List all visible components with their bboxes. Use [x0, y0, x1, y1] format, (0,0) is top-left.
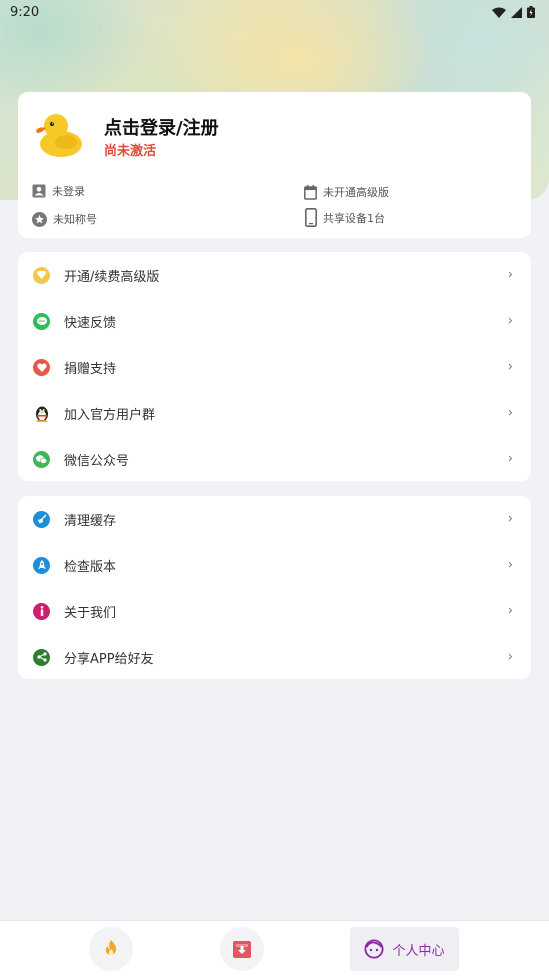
phone-icon [305, 208, 317, 227]
premium-status: 未开通高级版 [304, 184, 389, 200]
login-status: 未登录 [32, 183, 85, 199]
tab-profile[interactable]: 个人中心 [350, 927, 459, 971]
diamond-icon [33, 266, 50, 284]
star-badge-icon [32, 211, 47, 227]
menu-item-clear-cache[interactable]: 清理缓存 › [18, 496, 531, 542]
menu-item-share-app[interactable]: 分享APP给好友 › [18, 634, 531, 680]
menu-group-premium: 开通/续费高级版 › 快速反馈 › 捐赠支持 › 加入官方用户群 › 微信公众号… [18, 252, 531, 481]
status-icons [492, 6, 535, 18]
chevron-right-icon: › [507, 405, 513, 421]
menu-item-label: 关于我们 [64, 605, 117, 621]
menu-item-label: 开通/续费高级版 [64, 269, 160, 285]
menu-item-label: 清理缓存 [64, 513, 117, 529]
menu-item-label: 检查版本 [64, 559, 117, 575]
menu-item-wechat[interactable]: 微信公众号 › [18, 436, 531, 482]
status-time: 9:20 [10, 4, 40, 20]
menu-item-donate[interactable]: 捐赠支持 › [18, 344, 531, 390]
tab-download[interactable] [220, 927, 264, 971]
menu-item-label: 微信公众号 [64, 453, 130, 469]
login-register-link[interactable]: 点击登录/注册 [104, 114, 219, 140]
menu-item-feedback[interactable]: 快速反馈 › [18, 298, 531, 344]
battery-icon [527, 6, 535, 18]
chevron-right-icon: › [507, 313, 513, 329]
rocket-icon [33, 556, 50, 574]
shared-devices: 共享设备1台 [305, 208, 385, 227]
info-icon [33, 602, 50, 620]
heart-icon [33, 358, 50, 376]
login-status-label: 未登录 [52, 185, 85, 198]
duck-avatar-icon[interactable] [34, 108, 86, 160]
user-title: 未知称号 [32, 211, 97, 227]
shared-devices-label: 共享设备1台 [323, 211, 385, 225]
menu-item-label: 分享APP给好友 [64, 651, 154, 667]
activation-status: 尚未激活 [104, 144, 157, 159]
menu-item-qq-group[interactable]: 加入官方用户群 › [18, 390, 531, 436]
chevron-right-icon: › [507, 359, 513, 375]
menu-item-check-version[interactable]: 检查版本 › [18, 542, 531, 588]
premium-status-label: 未开通高级版 [323, 186, 389, 199]
chevron-right-icon: › [507, 649, 513, 665]
menu-item-about[interactable]: 关于我们 › [18, 588, 531, 634]
menu-item-label: 加入官方用户群 [64, 407, 156, 423]
chevron-right-icon: › [507, 511, 513, 527]
chevron-right-icon: › [507, 557, 513, 573]
wifi-icon [492, 7, 506, 18]
user-title-label: 未知称号 [53, 213, 97, 226]
chat-icon [33, 312, 50, 330]
share-icon [33, 648, 50, 666]
menu-group-settings: 清理缓存 › 检查版本 › 关于我们 › 分享APP给好友 › [18, 496, 531, 679]
menu-item-label: 快速反馈 [64, 315, 117, 331]
flame-icon [105, 940, 117, 956]
chevron-right-icon: › [507, 451, 513, 467]
bottom-nav: 个人中心 [0, 920, 549, 976]
wechat-icon [33, 450, 50, 468]
chevron-right-icon: › [507, 603, 513, 619]
broom-icon [33, 510, 50, 528]
status-bar: 9:20 [0, 0, 549, 24]
signal-icon [511, 6, 522, 18]
menu-item-premium[interactable]: 开通/续费高级版 › [18, 252, 531, 298]
qq-penguin-icon [33, 405, 50, 422]
menu-item-label: 捐赠支持 [64, 361, 117, 377]
calendar-icon [304, 184, 317, 200]
tab-profile-label: 个人中心 [392, 943, 445, 959]
user-card-icon [32, 184, 46, 198]
tab-hot[interactable] [89, 927, 133, 971]
face-icon [364, 939, 384, 959]
chevron-right-icon: › [507, 267, 513, 283]
profile-card[interactable]: 点击登录/注册 尚未激活 未登录 未知称号 未开通高级版 共享设备1台 [18, 92, 531, 238]
download-box-icon [233, 940, 251, 958]
